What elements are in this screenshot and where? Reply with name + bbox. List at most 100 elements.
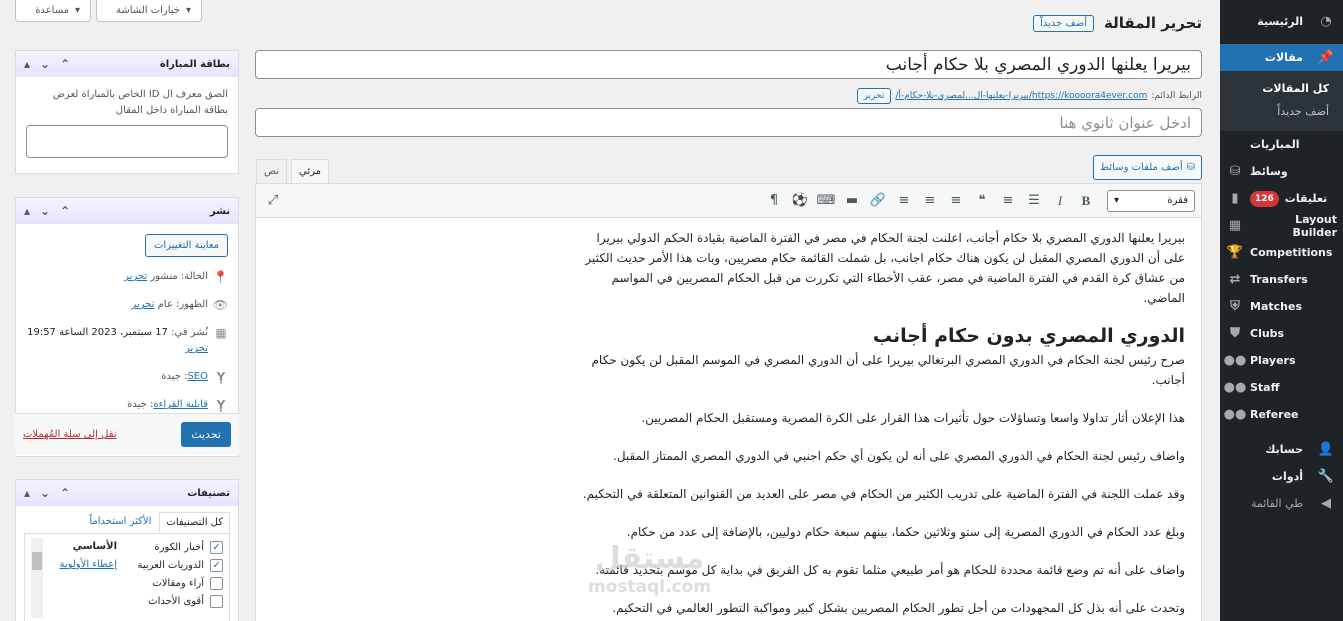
category-scrollbar[interactable]	[31, 538, 43, 618]
pin-icon: 📌	[1317, 50, 1335, 65]
category-item[interactable]: آراء ومقالات	[121, 574, 223, 592]
content-paragraph: وتحدث على أنه بذل كل المجهودات من أجل تط…	[612, 601, 1185, 615]
content-paragraph: وبلغ عدد الحكام في الدوري المصرية إلى ست…	[626, 525, 1185, 539]
link-icon[interactable]: 🔗	[867, 190, 889, 212]
menu-account[interactable]: 👤 حسابك	[1220, 436, 1343, 463]
menu-players[interactable]: ●● Players	[1220, 347, 1343, 374]
pin-icon: 📍	[213, 270, 228, 284]
readability-link[interactable]: قابلية القراءة	[153, 399, 208, 410]
screen-options-button[interactable]: ▾ خيارات الشاشة	[96, 0, 202, 22]
trophy-icon: 🏆	[1226, 245, 1244, 260]
content-paragraph: واضاف رئيس لجنة الحكام في الدوري المصري …	[613, 449, 1185, 463]
content-paragraph: بيريرا يعلنها الدوري المصري بلا حكام أجا…	[585, 231, 1185, 305]
menu-collapse[interactable]: ◀ طي القائمة	[1220, 490, 1343, 517]
chevron-down-icon: ▾	[185, 5, 191, 16]
checkbox-checked[interactable]: ✓	[210, 540, 223, 554]
make-primary-link[interactable]: إعطاء الأولوية	[59, 559, 117, 570]
bold-button[interactable]: B	[1075, 190, 1097, 212]
menu-dashboard[interactable]: ◔ الرئيسية	[1220, 8, 1343, 35]
more-tag-icon[interactable]: ▬	[841, 190, 863, 212]
category-item[interactable]: ✓ أخبار الكورة	[121, 538, 223, 556]
menu-matches-ar[interactable]: المباريات	[1220, 131, 1343, 158]
submenu-all-posts[interactable]: كل المقالات	[1220, 77, 1343, 100]
comments-count-badge: 126	[1250, 190, 1279, 207]
dashboard-icon: ◔	[1320, 14, 1332, 29]
chevron-down-icon[interactable]: ⌄	[40, 486, 50, 500]
menu-matches[interactable]: ⛨ Matches	[1220, 293, 1343, 320]
numbered-list-icon[interactable]: ≡	[997, 190, 1019, 212]
submenu-add-new[interactable]: أضف جديداً	[1220, 100, 1343, 123]
menu-posts[interactable]: 📌 مقالات	[1212, 44, 1343, 71]
menu-competitions[interactable]: 🏆 Competitions	[1220, 239, 1343, 266]
menu-clubs[interactable]: ⛊ Clubs	[1220, 320, 1343, 347]
tab-most-used[interactable]: الأكثر استخداماً	[83, 512, 157, 533]
menu-referee[interactable]: ●● Referee	[1220, 401, 1343, 428]
tab-all-categories[interactable]: كل التصنيفات	[159, 512, 230, 533]
people-icon: ●●	[1223, 353, 1247, 368]
collapse-icon[interactable]: ▴	[24, 57, 30, 71]
editor-toolbar: فقرة ▾ B I ☰ ≡ ❝ ≡ ≡ ≡ 🔗 ▬ ⌨ ⚽ ¶ ⤢	[256, 184, 1201, 218]
editor-content[interactable]: بيريرا يعلنها الدوري المصري بلا حكام أجا…	[256, 218, 1201, 618]
add-new-button[interactable]: أضف جديداً	[1033, 14, 1095, 32]
paragraph-icon[interactable]: ¶	[763, 190, 785, 212]
menu-transfers[interactable]: ⇄ Transfers	[1220, 266, 1343, 293]
menu-comments[interactable]: ▮ تعليقات 126	[1220, 185, 1343, 212]
categories-box: تصنيفات ▴ ⌄ ⌃ كل التصنيفات الأكثر استخدا…	[15, 479, 239, 621]
add-media-button[interactable]: ⛁ أضف ملفات وسائط	[1092, 155, 1202, 180]
checkbox[interactable]	[210, 576, 223, 590]
format-select[interactable]: فقرة ▾	[1107, 189, 1195, 212]
subtitle-input[interactable]: ادخل عنوان ثانوي هنا	[255, 108, 1202, 137]
move-to-trash-link[interactable]: نقل إلى سلة المُهملات	[23, 429, 117, 440]
align-left-icon[interactable]: ≡	[893, 190, 915, 212]
soccer-ball-icon[interactable]: ⚽	[789, 190, 811, 212]
italic-button[interactable]: I	[1049, 190, 1071, 212]
category-item[interactable]: أقوى الأحداث	[121, 592, 223, 610]
chevron-down-icon[interactable]: ⌄	[40, 204, 50, 218]
chevron-up-icon[interactable]: ⌃	[60, 204, 70, 218]
menu-layout-builder[interactable]: ▦ Layout Builder	[1220, 212, 1343, 239]
collapse-icon: ◀	[1321, 496, 1331, 511]
checkbox[interactable]	[210, 594, 223, 608]
status-edit-link[interactable]: تحرير	[124, 271, 147, 282]
publish-box: نشر ▴ ⌄ ⌃ معاينة التغييرات 📍 الحالة: منش…	[15, 197, 239, 457]
update-button[interactable]: تحديث	[181, 422, 231, 447]
help-button[interactable]: ▾ مساعدة	[15, 0, 91, 22]
media-icon: ⛁	[1186, 162, 1195, 173]
post-title-input[interactable]: بيريرا يعلنها الدوري المصري بلا حكام أجا…	[255, 50, 1202, 79]
status-row: 📍 الحالة: منشور تحرير	[124, 270, 228, 284]
collapse-icon[interactable]: ▴	[24, 204, 30, 218]
match-id-input[interactable]	[26, 125, 228, 158]
eye-icon: 👁	[212, 298, 228, 312]
permalink-edit-button[interactable]: تحرير	[856, 88, 892, 104]
menu-staff[interactable]: ●● Staff	[1220, 374, 1343, 401]
keyboard-icon[interactable]: ⌨	[815, 190, 837, 212]
people-icon: ●●	[1223, 380, 1247, 395]
align-right-icon[interactable]: ≡	[945, 190, 967, 212]
visibility-edit-link[interactable]: تحرير	[131, 299, 154, 310]
tab-text[interactable]: نص	[256, 159, 288, 183]
tab-visual[interactable]: مرئي	[291, 159, 330, 183]
chevron-up-icon[interactable]: ⌃	[60, 486, 70, 500]
seo-row: Ỵ SEO: جيدة	[26, 369, 228, 385]
box-header: بطاقة المباراة ▴ ⌄ ⌃	[16, 51, 238, 77]
fullscreen-icon[interactable]: ⤢	[262, 190, 284, 212]
chevron-up-icon[interactable]: ⌃	[60, 57, 70, 71]
align-center-icon[interactable]: ≡	[919, 190, 941, 212]
primary-label: الأساسي	[72, 541, 117, 552]
permalink-link[interactable]: https://koooora4ever.com/بيريرا-يعلنها-ا…	[895, 91, 1147, 101]
bullet-list-icon[interactable]: ☰	[1023, 190, 1045, 212]
editor-tabs: نص مرئي	[256, 159, 330, 183]
published-edit-link[interactable]: تحرير	[185, 343, 208, 354]
box-header: نشر ▴ ⌄ ⌃	[16, 198, 238, 224]
blockquote-icon[interactable]: ❝	[971, 190, 993, 212]
visibility-row: 👁 الظهور: عام تحرير	[131, 298, 228, 312]
people-icon: ●●	[1223, 407, 1247, 422]
collapse-icon[interactable]: ▴	[24, 486, 30, 500]
chevron-down-icon[interactable]: ⌄	[40, 57, 50, 71]
seo-link[interactable]: SEO	[187, 371, 208, 382]
checkbox-checked[interactable]: ✓	[210, 558, 223, 572]
menu-media[interactable]: ⛁ وسائط	[1220, 158, 1343, 185]
menu-tools[interactable]: 🔧 أدوات	[1220, 463, 1343, 490]
preview-changes-button[interactable]: معاينة التغييرات	[145, 234, 228, 257]
category-item[interactable]: ✓ الدوريات العربية	[121, 556, 223, 574]
